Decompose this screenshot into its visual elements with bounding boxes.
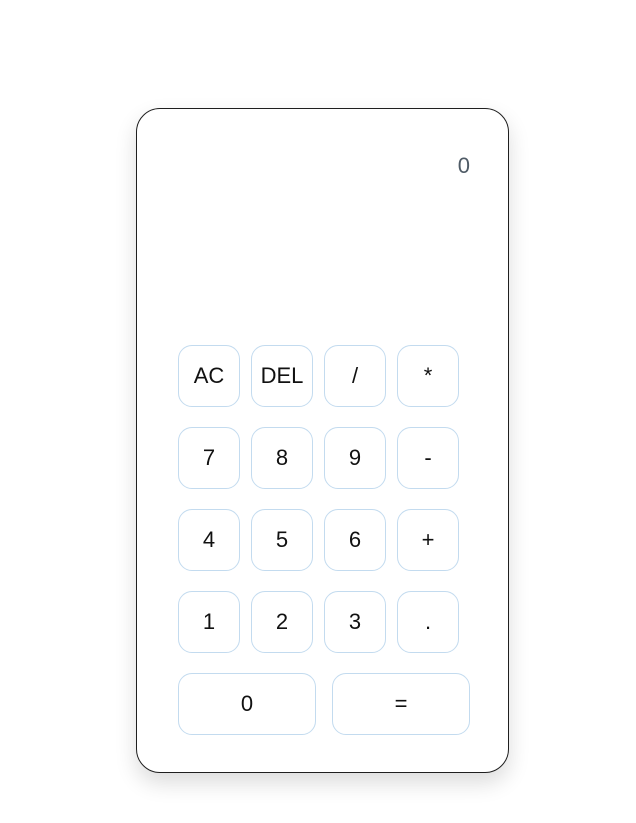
digit-0-button[interactable]: 0 [178, 673, 316, 735]
divide-button[interactable]: / [324, 345, 386, 407]
digit-3-button[interactable]: 3 [324, 591, 386, 653]
minus-button[interactable]: - [397, 427, 459, 489]
calculator-panel: 0 AC DEL / * 7 8 9 - 4 5 6 + 1 2 3 . 0 = [136, 108, 509, 773]
multiply-button[interactable]: * [397, 345, 459, 407]
equals-button[interactable]: = [332, 673, 470, 735]
plus-button[interactable]: + [397, 509, 459, 571]
delete-button[interactable]: DEL [251, 345, 313, 407]
digit-2-button[interactable]: 2 [251, 591, 313, 653]
digit-1-button[interactable]: 1 [178, 591, 240, 653]
digit-7-button[interactable]: 7 [178, 427, 240, 489]
digit-6-button[interactable]: 6 [324, 509, 386, 571]
digit-9-button[interactable]: 9 [324, 427, 386, 489]
digit-5-button[interactable]: 5 [251, 509, 313, 571]
display-value: 0 [457, 153, 470, 178]
decimal-button[interactable]: . [397, 591, 459, 653]
digit-8-button[interactable]: 8 [251, 427, 313, 489]
clear-button[interactable]: AC [178, 345, 240, 407]
digit-4-button[interactable]: 4 [178, 509, 240, 571]
